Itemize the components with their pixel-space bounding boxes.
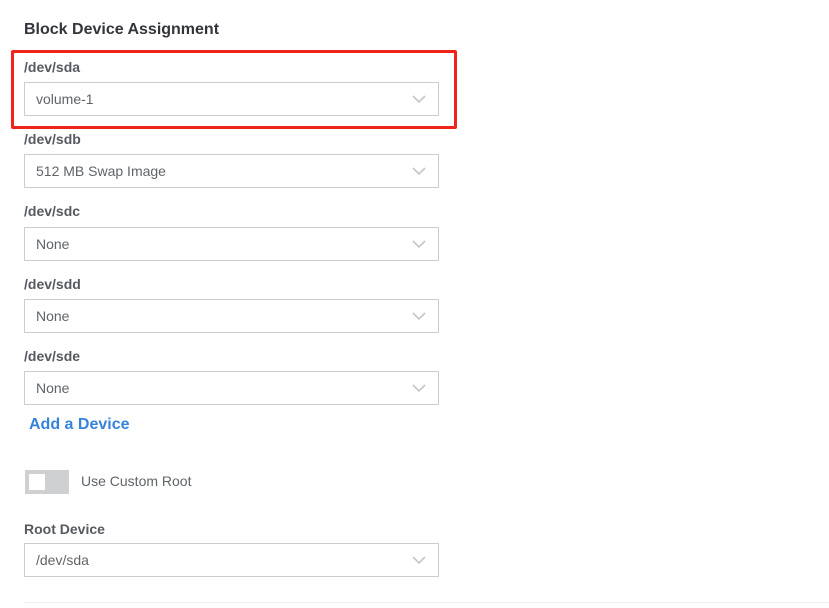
device-label-sda: /dev/sda xyxy=(24,59,81,75)
root-device-label: Root Device xyxy=(24,521,105,537)
section-divider xyxy=(24,602,829,603)
device-label-sdc: /dev/sdc xyxy=(24,203,81,219)
section-title: Block Device Assignment xyxy=(24,21,220,38)
chevron-down-icon xyxy=(412,95,426,104)
root-device-select[interactable]: /dev/sda xyxy=(24,543,439,577)
device-select-sdb[interactable]: 512 MB Swap Image xyxy=(24,154,439,188)
chevron-down-icon xyxy=(412,556,426,565)
chevron-down-icon xyxy=(412,167,426,176)
chevron-down-icon xyxy=(412,384,426,393)
device-select-value: volume-1 xyxy=(36,91,94,107)
device-select-sdd[interactable]: None xyxy=(24,299,439,333)
device-select-sdc[interactable]: None xyxy=(24,227,439,261)
device-select-value: None xyxy=(36,236,70,252)
device-label-sdb: /dev/sdb xyxy=(24,131,81,147)
device-select-sde[interactable]: None xyxy=(24,371,439,405)
device-select-sda[interactable]: volume-1 xyxy=(24,82,439,116)
chevron-down-icon xyxy=(412,312,426,321)
root-device-select-value: /dev/sda xyxy=(36,552,89,568)
custom-root-toggle[interactable] xyxy=(25,470,69,494)
device-select-value: None xyxy=(36,308,70,324)
toggle-knob xyxy=(29,474,45,490)
add-device-link[interactable]: Add a Device xyxy=(29,416,129,434)
chevron-down-icon xyxy=(412,240,426,249)
device-label-sde: /dev/sde xyxy=(24,348,81,364)
device-label-sdd: /dev/sdd xyxy=(24,276,81,292)
device-select-value: 512 MB Swap Image xyxy=(36,163,166,179)
custom-root-label: Use Custom Root xyxy=(81,473,192,489)
device-select-value: None xyxy=(36,380,70,396)
